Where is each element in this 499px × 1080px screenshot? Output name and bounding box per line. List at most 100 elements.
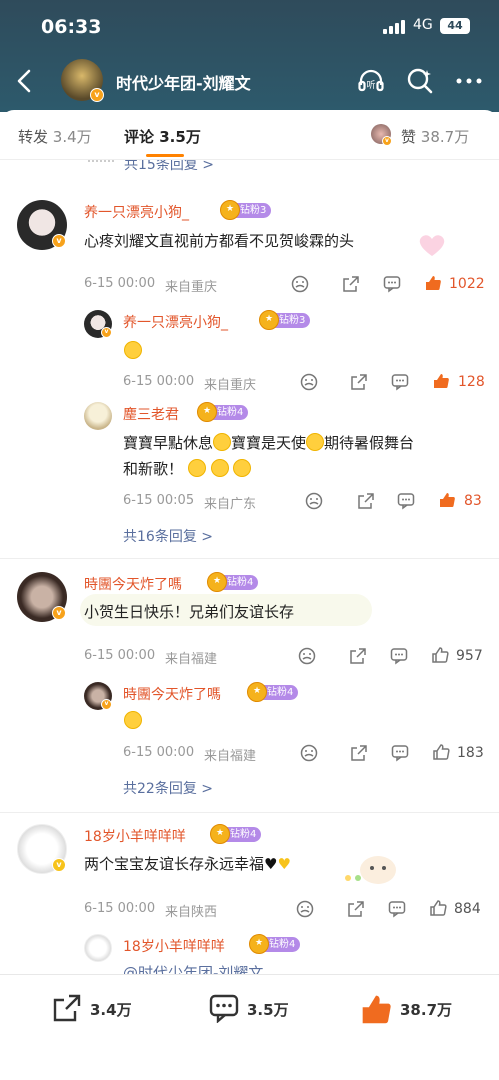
share-icon[interactable] (342, 275, 360, 293)
more-replies-link[interactable]: 共16条回复 > (123, 526, 213, 546)
like-count: 884 (454, 901, 481, 917)
diamond-fan-icon: ★ (197, 402, 217, 422)
share-icon[interactable] (347, 900, 365, 918)
page-title[interactable]: 时代少年团-刘耀文 (116, 70, 251, 94)
verified-badge-icon: v (52, 858, 66, 872)
share-icon[interactable] (349, 647, 367, 665)
comment-icon[interactable] (391, 744, 409, 762)
comment-date: 6-15 00:00 (84, 901, 156, 916)
heart-sticker-icon (419, 235, 445, 256)
fan-level-badge: ★ 钻粉4 (207, 572, 259, 592)
comment-username[interactable]: 养一只漂亮小狗_ (84, 202, 189, 222)
status-time: 06:33 (41, 16, 102, 38)
comment-button[interactable]: 3.5万 (209, 993, 289, 1024)
tab-repost-label: 转发 (18, 128, 49, 146)
more-replies-link[interactable]: 共15条回复 > (124, 160, 214, 174)
comment-username[interactable]: 18岁小羊咩咩咩 (84, 826, 186, 846)
comment-icon[interactable] (397, 492, 415, 510)
like-count: 1022 (449, 276, 485, 292)
repost-button[interactable]: 3.4万 (52, 993, 132, 1023)
kiss-emoji-icon (187, 459, 206, 477)
comment-icon[interactable] (388, 900, 406, 918)
comment-icon[interactable] (390, 647, 408, 665)
kiss-emoji-icon (210, 459, 229, 477)
like-icon[interactable] (429, 899, 447, 917)
avatar[interactable] (84, 934, 112, 962)
comment-location: 来自福建 (165, 652, 218, 667)
fan-level-badge: ★ 钻粉4 (210, 824, 262, 844)
divider (0, 558, 499, 559)
fan-level-badge: ★ 钻粉3 (259, 310, 311, 330)
tab-like-label: 赞 (401, 128, 417, 146)
more-icon[interactable] (455, 67, 483, 95)
reply-username[interactable]: 18岁小羊咩咩咩 (123, 936, 225, 956)
reply-location: 来自广东 (204, 497, 257, 512)
header: 06:33 4G 44 v 时代少年团-刘耀文 听 (0, 0, 499, 112)
back-icon[interactable] (14, 68, 34, 94)
comment-icon (209, 994, 239, 1024)
share-icon (53, 994, 81, 1022)
bottom-action-bar: 3.4万 3.5万 38.7万 (0, 974, 499, 1080)
dislike-icon[interactable] (305, 492, 323, 510)
diamond-fan-icon: ★ (210, 824, 230, 844)
network-type: 4G (413, 17, 433, 33)
reply-date: 6-15 00:00 (123, 745, 195, 760)
tab-comment[interactable]: 评论 3.5万 (124, 126, 201, 147)
like-icon[interactable] (432, 743, 450, 761)
verified-badge-icon: v (101, 699, 112, 710)
reply-text[interactable]: @时代少年团-刘耀文 (123, 962, 263, 974)
comment-date: 6-15 00:00 (84, 648, 156, 663)
reply-username[interactable]: 麈三老君 (123, 404, 179, 424)
like-icon[interactable] (431, 646, 449, 664)
fan-level-badge: ★ 钻粉3 (220, 200, 272, 220)
tab-like[interactable]: 赞 38.7万 (401, 126, 469, 147)
like-icon[interactable] (432, 372, 450, 390)
like-icon[interactable] (424, 274, 442, 292)
reply-username[interactable]: 养一只漂亮小狗_ (123, 312, 228, 332)
reply-text: 寶寶早點休息 寶寶是天使 期待暑假舞台 (123, 433, 415, 452)
hug-emoji-icon (124, 711, 142, 730)
comment-icon[interactable] (383, 275, 401, 293)
tab-repost[interactable]: 转发 3.4万 (18, 126, 92, 147)
verified-badge-icon: v (382, 136, 392, 146)
status-bar: 06:33 4G 44 (0, 0, 499, 52)
repost-count: 3.4万 (90, 1001, 132, 1019)
battery-icon: 44 (440, 18, 470, 34)
tab-like-count: 38.7万 (420, 128, 470, 146)
comment-date: 6-15 00:00 (84, 276, 156, 291)
dislike-icon[interactable] (296, 900, 314, 918)
dislike-icon[interactable] (298, 647, 316, 665)
dislike-icon[interactable] (291, 275, 309, 293)
search-icon[interactable] (406, 67, 434, 95)
share-icon[interactable] (350, 744, 368, 762)
more-replies-link[interactable]: 共22条回复 > (123, 778, 213, 798)
reply-username[interactable]: 時團今天炸了嗎 (123, 684, 221, 704)
dislike-icon[interactable] (300, 373, 318, 391)
active-tab-indicator (146, 154, 184, 157)
dislike-icon[interactable] (300, 744, 318, 762)
fan-level-badge: ★ 钻粉4 (197, 402, 249, 422)
comment-text: 小贺生日快乐！兄弟们友谊长存 (84, 603, 295, 621)
avatar[interactable] (84, 402, 112, 430)
comment-icon[interactable] (391, 373, 409, 391)
like-count: 183 (457, 745, 484, 761)
reply-location: 来自重庆 (204, 378, 257, 393)
listen-icon[interactable]: 听 (357, 67, 385, 95)
like-count: 38.7万 (400, 1001, 453, 1019)
black-heart-icon: ♥ (264, 855, 278, 873)
verified-badge-icon: v (90, 88, 104, 102)
share-icon[interactable] (350, 373, 368, 391)
tab-repost-count: 3.4万 (52, 128, 92, 146)
comment-username[interactable]: 時團今天炸了嗎 (84, 574, 182, 594)
diamond-fan-icon: ★ (220, 200, 240, 220)
diamond-fan-icon: ★ (249, 934, 269, 954)
like-count: 83 (464, 493, 482, 509)
like-button[interactable]: 38.7万 (360, 993, 452, 1024)
tab-comment-count: 3.5万 (159, 128, 201, 146)
divider (0, 812, 499, 813)
share-icon[interactable] (357, 492, 375, 510)
reply-date: 6-15 00:05 (123, 493, 195, 508)
like-icon[interactable] (438, 491, 456, 509)
comment-count: 3.5万 (247, 1001, 289, 1019)
fan-level-badge: ★ 钻粉4 (247, 682, 299, 702)
